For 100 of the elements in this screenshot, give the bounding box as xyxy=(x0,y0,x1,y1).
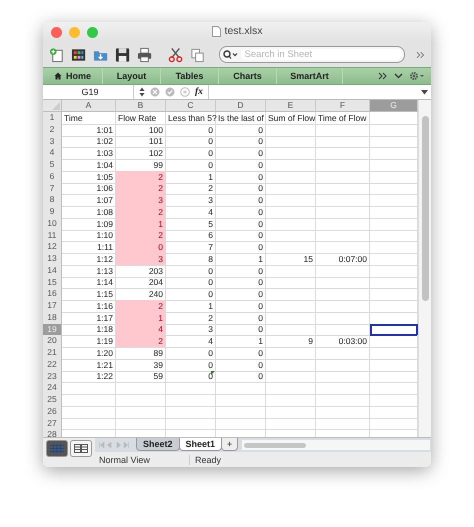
stepper-icon[interactable] xyxy=(139,87,145,97)
row-header[interactable]: 6 xyxy=(43,170,62,184)
table-cell xyxy=(62,382,116,395)
table-cell: 59 xyxy=(116,370,166,384)
copy-icon[interactable] xyxy=(190,46,206,62)
gallery-icon[interactable] xyxy=(71,46,86,62)
table-cell xyxy=(266,347,316,360)
table-cell xyxy=(316,182,370,196)
equals-icon[interactable] xyxy=(180,87,190,97)
row-header[interactable]: 5 xyxy=(43,159,62,172)
ribbon-tab[interactable]: Charts xyxy=(219,68,277,84)
table-cell: 0 xyxy=(216,170,266,184)
zoom-icon[interactable] xyxy=(87,26,98,38)
column-header[interactable]: B xyxy=(116,100,166,111)
scissors-icon[interactable] xyxy=(168,46,184,62)
print-icon[interactable] xyxy=(137,46,152,62)
column-header[interactable]: A xyxy=(62,100,116,111)
table-cell xyxy=(266,194,316,207)
close-icon[interactable] xyxy=(51,26,62,38)
table-cell xyxy=(266,264,316,278)
row-header[interactable]: 22 xyxy=(43,358,62,372)
table-cell xyxy=(316,312,370,324)
table-cell xyxy=(266,136,316,148)
ribbon-tab[interactable]: Home xyxy=(43,68,103,84)
table-cell: Time xyxy=(62,112,116,125)
table-cell: 0 xyxy=(166,288,216,301)
grid-icon xyxy=(50,444,64,453)
row-header[interactable]: 20 xyxy=(43,335,62,348)
table-cell xyxy=(266,288,316,301)
table-cell xyxy=(62,394,116,407)
column-header[interactable]: E xyxy=(266,100,316,111)
row-header[interactable]: 4 xyxy=(43,147,62,160)
caret-icon[interactable] xyxy=(421,90,428,94)
overflow-chevron-icon[interactable] xyxy=(378,72,388,80)
sheet-tab[interactable]: Sheet2 xyxy=(136,438,180,451)
column-header[interactable]: D xyxy=(216,100,266,111)
row-header[interactable]: 17 xyxy=(43,300,62,313)
row-header[interactable]: 1 xyxy=(43,112,62,125)
name-box[interactable]: G19 xyxy=(43,85,134,99)
table-cell xyxy=(316,382,370,395)
table-cell xyxy=(316,136,370,148)
function-button[interactable]: fx xyxy=(195,87,203,97)
row-header[interactable]: 9 xyxy=(43,206,62,219)
ribbon-tab[interactable]: Layout xyxy=(103,68,161,84)
table-cell xyxy=(266,370,316,384)
table-cell: 5 xyxy=(166,218,216,230)
table-cell xyxy=(266,124,316,136)
table-cell: 0 xyxy=(166,159,216,172)
table-cell: 0 xyxy=(216,370,266,384)
table-cell xyxy=(266,182,316,196)
row-header[interactable]: 16 xyxy=(43,288,62,301)
table-cell: 9 xyxy=(266,335,316,348)
table-cell xyxy=(316,276,370,290)
window-title: test.xlsx xyxy=(224,25,262,37)
row-header[interactable]: 24 xyxy=(43,382,62,395)
table-cell: Is the last of xyxy=(216,112,266,125)
cancel-icon[interactable] xyxy=(150,87,160,97)
row-header[interactable]: 21 xyxy=(43,347,62,360)
overflow-chevron-icon[interactable] xyxy=(416,50,426,58)
caret-icon[interactable] xyxy=(394,72,403,80)
new-document-icon[interactable] xyxy=(49,46,64,62)
table-cell: 7 xyxy=(166,241,216,254)
table-cell xyxy=(316,206,370,219)
row-header[interactable]: 26 xyxy=(43,406,62,418)
table-cell: 0 xyxy=(216,347,266,360)
row-header[interactable]: 10 xyxy=(43,218,62,230)
add-sheet-button[interactable]: + xyxy=(221,438,238,451)
row-header[interactable]: 18 xyxy=(43,312,62,324)
horizontal-scrollbar[interactable] xyxy=(242,440,430,450)
table-cell: 0 xyxy=(216,312,266,324)
table-cell xyxy=(266,276,316,290)
vertical-scrollbar[interactable] xyxy=(418,100,431,437)
search-field[interactable]: Search in Sheet xyxy=(218,46,405,63)
table-cell xyxy=(316,218,370,230)
sheet-tab[interactable]: Sheet1 xyxy=(178,438,222,451)
check-icon[interactable] xyxy=(165,87,175,97)
table-cell: 0 xyxy=(216,358,266,372)
table-cell: 0 xyxy=(216,288,266,301)
row-header[interactable]: 25 xyxy=(43,394,62,407)
column-header[interactable]: C xyxy=(166,100,216,111)
row-header[interactable]: 14 xyxy=(43,264,62,278)
row-header[interactable]: 13 xyxy=(43,253,62,266)
ribbon-tab[interactable]: SmartArt xyxy=(277,68,343,84)
table-cell: 3 xyxy=(166,324,216,336)
table-cell: 0:03:00 xyxy=(316,335,370,348)
table-cell xyxy=(316,230,370,242)
table-cell: 0 xyxy=(216,206,266,219)
row-header[interactable]: 28 xyxy=(43,429,62,437)
page-layout-button[interactable] xyxy=(70,440,92,457)
normal-view-button[interactable] xyxy=(46,440,68,457)
ribbon-tab[interactable]: Tables xyxy=(161,68,219,84)
table-cell xyxy=(316,347,370,360)
table-cell: 1 xyxy=(166,300,216,313)
row-header[interactable]: 2 xyxy=(43,124,62,136)
row-header[interactable]: 12 xyxy=(43,241,62,254)
save-icon[interactable] xyxy=(115,46,130,62)
settings-icon[interactable] xyxy=(409,71,425,81)
row-header[interactable]: 8 xyxy=(43,194,62,207)
status-text: Ready xyxy=(194,454,222,464)
table-cell xyxy=(316,288,370,301)
